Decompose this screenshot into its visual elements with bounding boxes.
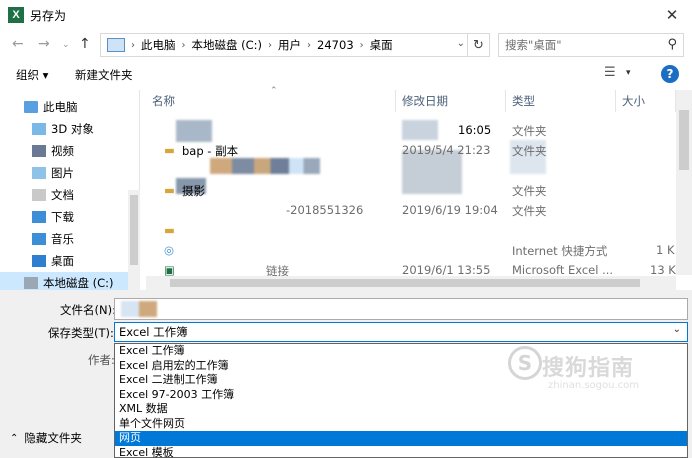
download-icon xyxy=(32,211,46,223)
list-item[interactable]: ◎ Internet 快捷方式 1 K xyxy=(146,240,676,260)
window-title: 另存为 xyxy=(30,8,67,23)
breadcrumb-desktop[interactable]: 桌面 xyxy=(370,37,393,53)
sidebar-item-downloads[interactable]: 下载 xyxy=(0,206,128,228)
pc-icon xyxy=(24,101,38,113)
horizontal-scroll-thumb[interactable] xyxy=(170,279,640,287)
chevron-down-icon: ⌄ xyxy=(672,324,681,335)
view-dropdown-icon[interactable]: ▾ xyxy=(626,68,631,78)
cube-icon xyxy=(32,123,46,135)
author-label: 作者: xyxy=(88,353,115,367)
view-options-icon[interactable]: ☰ xyxy=(604,65,616,80)
column-header-name[interactable]: 名称 xyxy=(146,90,396,112)
address-bar[interactable]: › 此电脑 › 本地磁盘 (C:) › 用户 › 24703 › 桌面 ⌄ ↻ xyxy=(100,33,490,57)
sidebar-item-documents[interactable]: 文档 xyxy=(0,184,128,206)
sidebar-item-pictures[interactable]: 图片 xyxy=(0,162,128,184)
navigation-pane: 此电脑 3D 对象 视频 图片 文档 下载 音乐 桌面 本地磁盘 (C:) xyxy=(0,90,140,294)
refresh-icon[interactable]: ↻ xyxy=(467,34,489,56)
excel-icon: X xyxy=(8,7,24,23)
folder-icon: ▬ xyxy=(164,183,175,197)
desktop-icon xyxy=(32,255,46,267)
watermark-logo: S xyxy=(508,346,542,380)
savetype-option[interactable]: 单个文件网页 xyxy=(115,417,687,432)
folder-icon: ▬ xyxy=(164,143,175,157)
sidebar-item-videos[interactable]: 视频 xyxy=(0,140,128,162)
toolbar: 组织 ▾ 新建文件夹 ☰ ▾ ? xyxy=(0,60,692,88)
new-folder-button[interactable]: 新建文件夹 xyxy=(75,67,133,83)
breadcrumb-users[interactable]: 用户 xyxy=(278,37,301,53)
excel-file-icon: ▣ xyxy=(164,263,175,277)
column-header-type[interactable]: 类型 xyxy=(506,90,616,112)
address-dropdown-icon[interactable]: ⌄ xyxy=(457,38,465,49)
list-item[interactable]: ▬ 摄影 文件夹 xyxy=(146,180,676,200)
search-placeholder: 搜索"桌面" xyxy=(505,38,562,52)
title-bar: X 另存为 ✕ xyxy=(0,0,692,30)
music-icon xyxy=(32,233,46,245)
savetype-option-selected[interactable]: 网页 xyxy=(115,431,687,446)
up-arrow-icon[interactable]: ↑ xyxy=(79,36,91,52)
savetype-select[interactable]: Excel 工作簿 ⌄ xyxy=(114,322,688,342)
folder-icon: ▬ xyxy=(164,223,175,237)
list-item[interactable]: ▬ bap - 副本 2019/5/4 21:23 文件夹 xyxy=(146,140,676,160)
documents-icon xyxy=(32,189,46,201)
watermark-url: zhinan.sogou.com xyxy=(548,380,640,391)
computer-icon xyxy=(107,38,125,52)
breadcrumb-drive[interactable]: 本地磁盘 (C:) xyxy=(192,37,263,53)
savetype-label: 保存类型(T): xyxy=(48,326,114,340)
search-input[interactable]: 搜索"桌面" ⚲ xyxy=(498,33,684,57)
forward-arrow-icon[interactable]: → xyxy=(38,36,50,52)
savetype-option[interactable]: Excel 模板 xyxy=(115,446,687,458)
back-arrow-icon[interactable]: ← xyxy=(12,36,24,52)
column-header-date[interactable]: 修改日期 xyxy=(396,90,506,112)
file-list: ⌃ 名称 修改日期 类型 大小 16:05 文件夹 ▬ bap - 副本 201… xyxy=(146,86,692,290)
video-icon xyxy=(32,145,46,157)
recent-locations-icon[interactable]: ⌄ xyxy=(62,40,70,50)
sidebar-item-music[interactable]: 音乐 xyxy=(0,228,128,250)
chevron-up-icon: ⌃ xyxy=(10,432,19,444)
sidebar-item-desktop[interactable]: 桌面 xyxy=(0,250,128,272)
list-item[interactable]: ▬ xyxy=(146,220,676,240)
drive-icon xyxy=(24,277,38,289)
sidebar-item-3d-objects[interactable]: 3D 对象 xyxy=(0,118,128,140)
organize-button[interactable]: 组织 ▾ xyxy=(16,67,48,83)
savetype-option[interactable]: XML 数据 xyxy=(115,402,687,417)
breadcrumb-user[interactable]: 24703 xyxy=(317,38,354,52)
filename-label: 文件名(N): xyxy=(60,303,116,317)
navigation-bar: ← → ⌄ ↑ › 此电脑 › 本地磁盘 (C:) › 用户 › 24703 ›… xyxy=(0,30,692,60)
list-item[interactable]: -2018551326 2019/6/19 19:04 文件夹 xyxy=(146,200,676,220)
close-button[interactable]: ✕ xyxy=(652,0,692,30)
internet-shortcut-icon: ◎ xyxy=(164,243,175,257)
filename-field[interactable] xyxy=(114,298,688,320)
breadcrumb-pc[interactable]: 此电脑 xyxy=(141,37,176,53)
list-item[interactable]: 16:05 文件夹 xyxy=(146,120,676,140)
column-header-size[interactable]: 大小 xyxy=(616,90,676,112)
file-list-scroll-thumb[interactable] xyxy=(679,110,689,170)
watermark-text: 搜狗指南 xyxy=(542,356,635,381)
sidebar-scroll-thumb[interactable] xyxy=(130,195,138,265)
pictures-icon xyxy=(32,167,46,179)
hide-folders-button[interactable]: ⌃ 隐藏文件夹 xyxy=(10,430,82,446)
help-icon[interactable]: ? xyxy=(661,65,679,83)
sidebar-item-this-pc[interactable]: 此电脑 xyxy=(0,96,128,118)
search-icon[interactable]: ⚲ xyxy=(667,37,677,52)
